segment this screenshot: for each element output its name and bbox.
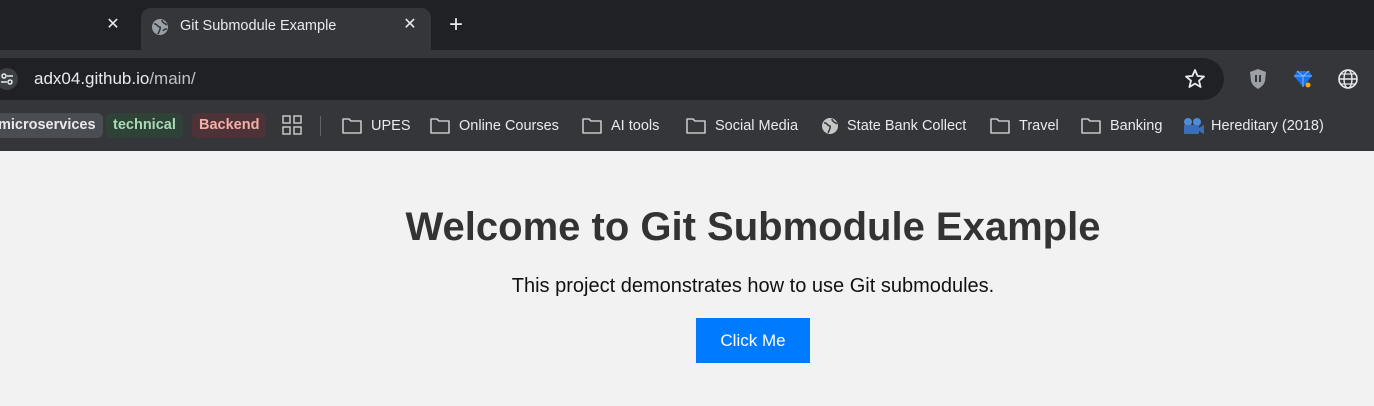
globe-icon [152, 19, 168, 35]
shield-extension-icon[interactable] [1246, 67, 1270, 91]
close-tab-icon[interactable]: ✕ [399, 14, 421, 36]
site-info-icon[interactable] [0, 68, 18, 90]
folder-icon [990, 118, 1010, 134]
bookmarks-bar: microservices technical Backend UPES Onl… [0, 110, 1374, 151]
bookmark-social-media[interactable]: Social Media [685, 113, 810, 139]
url-text[interactable]: adx04.github.io/main/ [34, 69, 196, 89]
bookmark-label: Travel [1019, 118, 1059, 134]
page-content: Welcome to Git Submodule Example This pr… [0, 151, 1374, 406]
address-bar[interactable]: adx04.github.io/main/ [0, 58, 1224, 100]
folder-icon [686, 118, 706, 134]
folder-icon [430, 118, 450, 134]
globe-extension-icon[interactable] [1336, 67, 1360, 91]
bookmark-label: UPES [371, 118, 411, 134]
page-description: This project demonstrates how to use Git… [511, 275, 995, 297]
bookmark-upes[interactable]: UPES [341, 113, 421, 139]
gem-extension-icon[interactable] [1291, 67, 1315, 91]
bookmark-label: AI tools [611, 118, 660, 134]
bookmarks-divider [320, 116, 321, 136]
toolbar: adx04.github.io/main/ [0, 50, 1374, 110]
bookmark-ai-tools[interactable]: AI tools [581, 113, 676, 139]
globe-icon [822, 118, 838, 134]
bookmark-online-courses[interactable]: Online Courses [429, 113, 569, 139]
click-me-button[interactable]: Click Me [696, 318, 810, 363]
apps-grid-icon[interactable] [282, 115, 302, 135]
bookmark-label: Banking [1110, 118, 1163, 134]
bookmark-hereditary-2018[interactable]: Hereditary (2018) [1183, 113, 1343, 139]
url-host: adx04.github.io [34, 69, 150, 88]
tab-strip: ✕ Git Submodule Example ✕ + [0, 0, 1374, 50]
film-icon [1184, 118, 1204, 134]
tab-git-submodule-example[interactable]: Git Submodule Example ✕ [141, 8, 431, 50]
bookmark-label: Social Media [715, 118, 799, 134]
tab-group-technical[interactable]: technical [106, 113, 183, 138]
folder-icon [582, 118, 602, 134]
tab-group-microservices[interactable]: microservices [0, 113, 103, 138]
close-tab-icon[interactable]: ✕ [102, 14, 124, 36]
bookmark-travel[interactable]: Travel [989, 113, 1069, 139]
bookmark-label: Online Courses [459, 118, 559, 134]
folder-icon [1081, 118, 1101, 134]
bookmark-banking[interactable]: Banking [1080, 113, 1175, 139]
bookmark-state-bank-collect[interactable]: State Bank Collect [820, 113, 975, 139]
bookmark-star-icon[interactable] [1183, 67, 1207, 91]
tab-group-backend[interactable]: Backend [192, 113, 267, 138]
folder-icon [342, 118, 362, 134]
bookmark-label: Hereditary (2018) [1211, 118, 1324, 134]
page-title: Welcome to Git Submodule Example [405, 205, 1101, 249]
new-tab-button[interactable]: + [445, 12, 467, 38]
bookmark-label: State Bank Collect [847, 118, 967, 134]
tab-title: Git Submodule Example [180, 18, 337, 34]
url-path: /main/ [149, 69, 196, 88]
